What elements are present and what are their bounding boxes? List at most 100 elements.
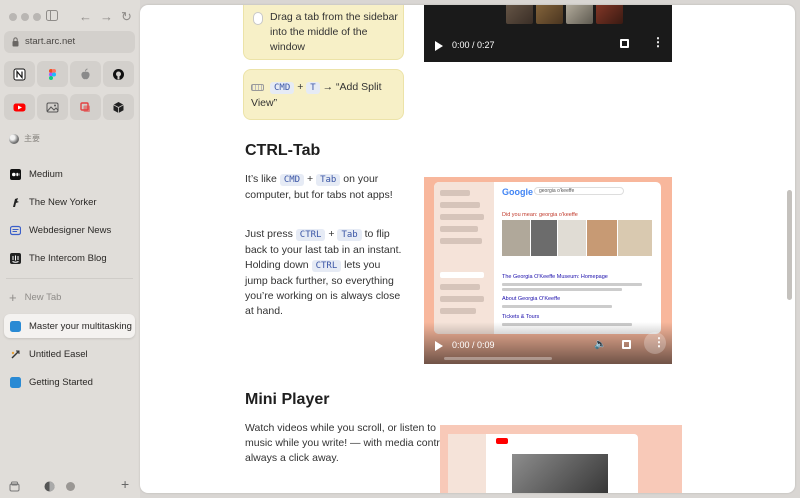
apple-icon <box>81 68 90 79</box>
url-bar[interactable]: start.arc.net <box>4 31 135 53</box>
sidebar-item-new-yorker[interactable]: The New Yorker <box>4 190 135 214</box>
favorite-figma[interactable] <box>37 61 68 87</box>
tip-drag-tab: Drag a tab from the sidebar into the mid… <box>243 5 404 60</box>
forward-arrow-icon[interactable]: → <box>100 9 113 25</box>
webdesigner-news-icon <box>10 225 21 236</box>
space-switcher-dot-icon[interactable] <box>65 479 76 497</box>
tip-split-view: CMD + T → “Add Split View” <box>243 69 404 120</box>
tip-text: CMD + T → “Add Split View” <box>251 80 401 111</box>
sidebar-divider <box>6 278 133 279</box>
tab-master-your-multitasking[interactable]: Master your multitasking <box>4 314 135 338</box>
favorite-layers[interactable] <box>70 94 101 120</box>
favorite-apple[interactable] <box>70 61 101 87</box>
archive-icon[interactable] <box>9 479 20 497</box>
volume-icon[interactable]: 🔈 <box>594 339 606 350</box>
favorite-github[interactable] <box>103 61 134 87</box>
video-player-3[interactable] <box>440 425 682 493</box>
demo-google-page: Google georgia o'keeffe Did you mean: ge… <box>494 182 661 334</box>
sidebar-toggle-icon[interactable] <box>46 9 58 25</box>
sidebar-item-webdesigner-news[interactable]: Webdesigner News <box>4 218 135 242</box>
video-thumbnail <box>596 5 623 24</box>
easel-icon <box>10 349 21 360</box>
video-player-1[interactable]: 0:00 / 0:27 ⋮ <box>424 5 672 62</box>
tip-text: Drag a tab from the sidebar into the mid… <box>270 11 398 53</box>
reload-icon[interactable]: ↻ <box>121 9 132 25</box>
minimize-window-button[interactable] <box>21 13 29 21</box>
sidebar-item-label: The Intercom Blog <box>29 252 107 264</box>
demo-video-frame <box>512 454 608 493</box>
video-player-2[interactable]: Google georgia o'keeffe Did you mean: ge… <box>424 177 672 364</box>
kbd-ctrl: CTRL <box>295 229 326 241</box>
video-thumbnail <box>536 5 563 24</box>
tab-label: Master your multitasking <box>29 320 132 332</box>
mouse-icon <box>253 12 263 25</box>
zoom-window-button[interactable] <box>33 13 41 21</box>
cube-icon <box>113 101 124 113</box>
tab-getting-started[interactable]: Getting Started <box>4 370 135 394</box>
video-progress-bar[interactable] <box>444 357 552 360</box>
google-search-field: georgia o'keeffe <box>534 187 624 195</box>
lock-icon <box>12 37 19 47</box>
play-icon[interactable] <box>435 41 443 51</box>
arc-doc-icon <box>10 376 21 388</box>
youtube-logo-icon <box>496 438 508 444</box>
play-icon[interactable] <box>435 341 443 351</box>
new-space-plus-icon[interactable]: + <box>121 476 129 492</box>
video-time: 0:00 / 0:09 <box>452 340 495 350</box>
new-tab-button[interactable]: + New Tab <box>9 289 62 305</box>
kbd-ctrl: CTRL <box>311 260 342 272</box>
demo-sidebar <box>434 182 494 334</box>
result-image <box>531 220 557 256</box>
demo-sidebar <box>448 434 486 493</box>
google-result-link: Tickets & Tours <box>502 314 540 320</box>
notion-icon <box>13 68 26 80</box>
result-image <box>502 220 530 256</box>
page-scrollbar[interactable] <box>787 190 792 300</box>
kbd-tab: Tab <box>316 174 341 186</box>
fullscreen-icon[interactable] <box>620 39 629 48</box>
plus-text: + <box>328 228 335 240</box>
paragraph-ctrl-tab-detail: Just press CTRL + Tab to flip back to yo… <box>245 227 405 319</box>
tab-untitled-easel[interactable]: Untitled Easel <box>4 342 135 366</box>
back-arrow-icon[interactable]: ← <box>79 9 92 25</box>
text: It’s like <box>245 173 277 185</box>
figma-icon <box>49 68 56 80</box>
google-result-link: About Georgia O'Keeffe <box>502 296 561 302</box>
plus-icon: + <box>9 289 17 305</box>
arc-doc-icon <box>10 320 21 332</box>
youtube-icon <box>13 103 26 111</box>
new-yorker-icon <box>10 197 21 208</box>
paragraph-mini-player: Watch videos while you scroll, or listen… <box>245 422 454 464</box>
keyboard-icon <box>251 83 264 91</box>
favorite-cube[interactable] <box>103 94 134 120</box>
favorite-photos[interactable] <box>37 94 68 120</box>
plus-text: + <box>297 81 304 93</box>
favorite-youtube[interactable] <box>4 94 35 120</box>
more-options-icon[interactable]: ⋮ <box>652 36 664 48</box>
fullscreen-icon[interactable] <box>622 340 631 349</box>
kbd-t: T <box>306 82 320 94</box>
sidebar: ← → ↻ start.arc.net 主要 Medium The New Yo… <box>0 0 140 498</box>
video-controls: 0:00 / 0:27 ⋮ <box>424 32 672 62</box>
close-window-button[interactable] <box>9 13 17 21</box>
sidebar-item-intercom[interactable]: The Intercom Blog <box>4 246 135 270</box>
page-content: Drag a tab from the sidebar into the mid… <box>140 5 795 493</box>
sidebar-item-medium[interactable]: Medium <box>4 162 135 186</box>
space-switcher-globe-icon[interactable] <box>44 479 55 497</box>
url-text: start.arc.net <box>25 36 76 47</box>
video-thumbnail <box>506 5 533 24</box>
favorite-notion[interactable] <box>4 61 35 87</box>
new-tab-label: New Tab <box>24 292 62 303</box>
demo-browser-screen: Google georgia o'keeffe Did you mean: ge… <box>434 182 661 334</box>
more-options-icon[interactable]: ⋮ <box>653 336 665 348</box>
kbd-cmd: CMD <box>270 82 295 94</box>
result-image <box>618 220 652 256</box>
sidebar-item-label: Webdesigner News <box>29 224 112 236</box>
plus-text: + <box>307 173 314 185</box>
google-did-you-mean: Did you mean: georgia o'keeffe <box>502 212 578 218</box>
space-label[interactable]: 主要 <box>9 133 40 144</box>
result-image <box>587 220 617 256</box>
section-heading-ctrl-tab: CTRL-Tab <box>245 142 321 159</box>
video-thumbnail <box>566 5 593 24</box>
demo-browser-screen <box>448 434 638 493</box>
